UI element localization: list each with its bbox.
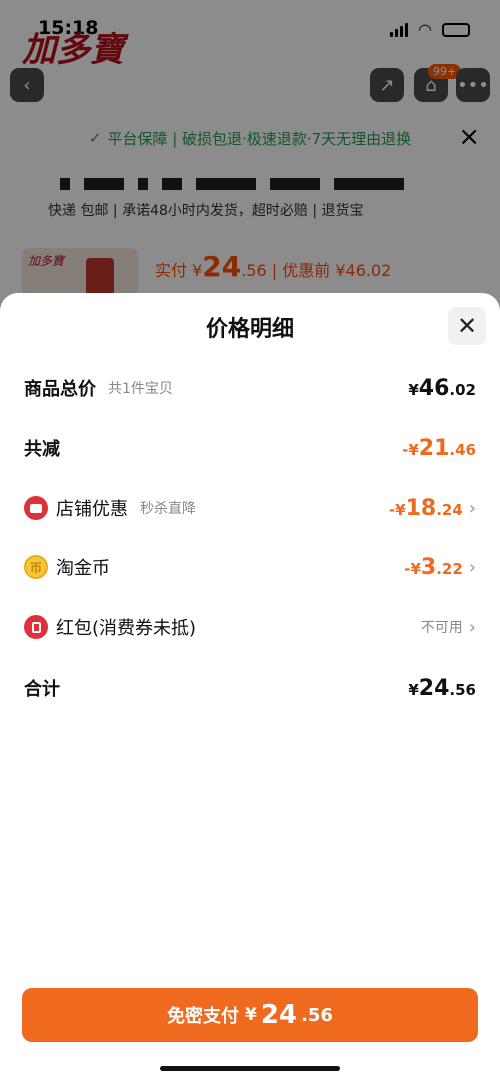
taojinbi-label: 淘金币 (56, 558, 110, 579)
grand-total-amount: ¥24.56 (408, 675, 476, 701)
store-discount-amount: -¥18.24 (388, 495, 463, 521)
row-goods-total: 商品总价 共1件宝贝 ¥46.02 (24, 373, 476, 403)
row-store-discount[interactable]: 店铺优惠 秒杀直降 -¥18.24 › (24, 493, 476, 523)
pay-button-label: 免密支付 (167, 1006, 240, 1027)
red-packet-status: 不可用 (420, 620, 463, 636)
dim-overlay[interactable] (0, 0, 500, 320)
chevron-right-icon: › (468, 556, 476, 578)
row-red-packet[interactable]: 红包(消费券未抵) 不可用 › (24, 612, 476, 642)
row-total-discount: 共减 -¥21.46 (24, 433, 476, 463)
red-packet-icon (24, 615, 48, 639)
price-detail-modal: 价格明细 ✕ 商品总价 共1件宝贝 ¥46.02 共减 -¥21.46 店铺优惠… (0, 293, 500, 1082)
modal-title: 价格明细 (205, 317, 294, 342)
goods-total-label: 商品总价 (24, 379, 96, 400)
home-indicator[interactable] (160, 1066, 340, 1071)
total-discount-label: 共减 (24, 439, 60, 460)
store-discount-sub: 秒杀直降 (140, 501, 196, 517)
close-icon: ✕ (456, 312, 478, 340)
coin-icon: 币 (24, 555, 48, 579)
taojinbi-amount: -¥3.22 (404, 554, 463, 580)
row-grand-total: 合计 ¥24.56 (24, 673, 476, 703)
goods-count: 共1件宝贝 (108, 381, 173, 397)
total-discount-amount: -¥21.46 (402, 435, 476, 461)
modal-close-button[interactable]: ✕ (448, 307, 486, 345)
row-taojinbi[interactable]: 币 淘金币 -¥3.22 › (24, 552, 476, 582)
store-discount-label: 店铺优惠 (56, 499, 128, 520)
password-free-pay-button[interactable]: 免密支付 ¥24.56 (22, 988, 478, 1042)
store-icon (24, 496, 48, 520)
grand-total-label: 合计 (24, 679, 60, 700)
chevron-right-icon: › (468, 616, 476, 638)
chevron-right-icon: › (468, 497, 476, 519)
red-packet-label: 红包(消费券未抵) (56, 618, 197, 639)
goods-total-amount: ¥46.02 (408, 375, 476, 401)
